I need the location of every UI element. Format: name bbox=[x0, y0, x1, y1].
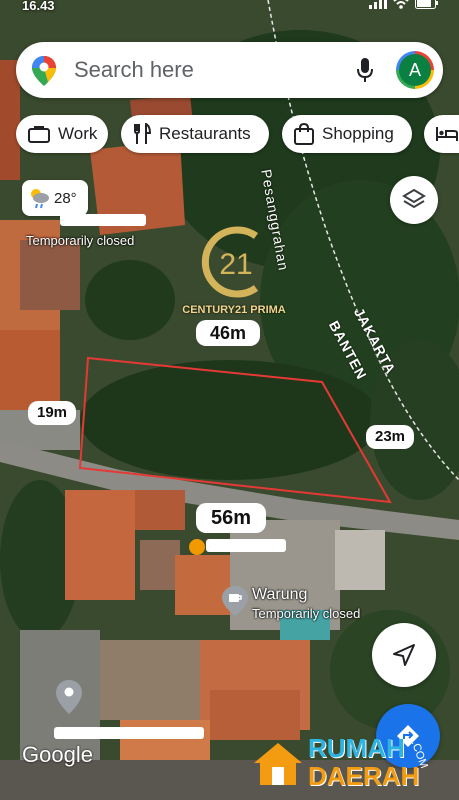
poi-marker-icon[interactable] bbox=[188, 538, 206, 556]
account-avatar[interactable]: A bbox=[396, 51, 434, 89]
redacted-poi-name-3 bbox=[54, 727, 204, 739]
redacted-poi-name-2 bbox=[206, 539, 286, 552]
chip-work-label: Work bbox=[58, 124, 98, 143]
search-input[interactable]: Search here bbox=[74, 57, 194, 83]
house-logo-icon bbox=[254, 743, 302, 785]
status-bar: 16.43 bbox=[0, 0, 459, 18]
measure-bottom: 56m bbox=[196, 503, 266, 533]
chip-work[interactable]: Work bbox=[16, 115, 108, 153]
briefcase-icon bbox=[28, 126, 50, 143]
wifi-icon bbox=[393, 0, 409, 9]
status-time: 16.43 bbox=[22, 0, 55, 13]
measure-right: 23m bbox=[366, 425, 414, 449]
google-maps-pin-icon bbox=[32, 56, 56, 86]
microphone-icon[interactable] bbox=[356, 57, 374, 83]
signal-icon bbox=[369, 0, 387, 9]
century21-brand-name: CENTURY21 PRIMA bbox=[182, 304, 286, 316]
measure-top: 46m bbox=[196, 320, 260, 346]
status-icons bbox=[369, 0, 439, 9]
weather-chip[interactable]: 28° bbox=[22, 180, 88, 216]
redacted-poi-name bbox=[60, 214, 146, 226]
layers-button[interactable] bbox=[390, 176, 438, 224]
shopping-bag-icon bbox=[294, 123, 314, 145]
navigation-arrow-icon bbox=[393, 644, 415, 666]
poi-warung-name: Warung bbox=[252, 586, 308, 603]
weather-temperature: 28° bbox=[54, 189, 77, 207]
poi-top-status[interactable]: Temporarily closed bbox=[26, 233, 134, 248]
rumahdaerah-watermark: RUMAH DAERAH .COM bbox=[250, 733, 450, 795]
partly-cloudy-rain-icon bbox=[31, 189, 49, 209]
chip-restaurants[interactable]: Restaurants bbox=[121, 115, 269, 153]
hotel-bed-icon bbox=[436, 127, 458, 141]
my-location-button[interactable] bbox=[372, 623, 436, 687]
century21-emblem-icon: 21 bbox=[201, 226, 259, 298]
chip-hotels[interactable] bbox=[424, 115, 459, 153]
location-pin-icon[interactable] bbox=[56, 680, 82, 714]
avatar-letter: A bbox=[399, 54, 431, 86]
watermark-line2: DAERAH bbox=[308, 761, 420, 791]
chip-shopping-label: Shopping bbox=[322, 124, 394, 143]
cafe-icon bbox=[222, 586, 248, 616]
poi-warung-status: Temporarily closed bbox=[252, 606, 361, 621]
layers-icon bbox=[402, 188, 426, 209]
watermark-line1: RUMAH bbox=[308, 733, 405, 763]
chip-restaurants-label: Restaurants bbox=[159, 124, 251, 143]
fork-knife-icon bbox=[134, 123, 151, 144]
century21-logo: 21 CENTURY21 PRIMA bbox=[174, 222, 294, 322]
c21-number: 21 bbox=[219, 248, 252, 281]
measure-left: 19m bbox=[28, 401, 76, 425]
search-bar[interactable]: Search here A bbox=[16, 42, 443, 98]
battery-icon bbox=[415, 0, 438, 9]
google-attribution: Google bbox=[22, 742, 93, 767]
poi-warung[interactable]: Warung Temporarily closed bbox=[222, 586, 372, 626]
chip-shopping[interactable]: Shopping bbox=[282, 115, 412, 153]
